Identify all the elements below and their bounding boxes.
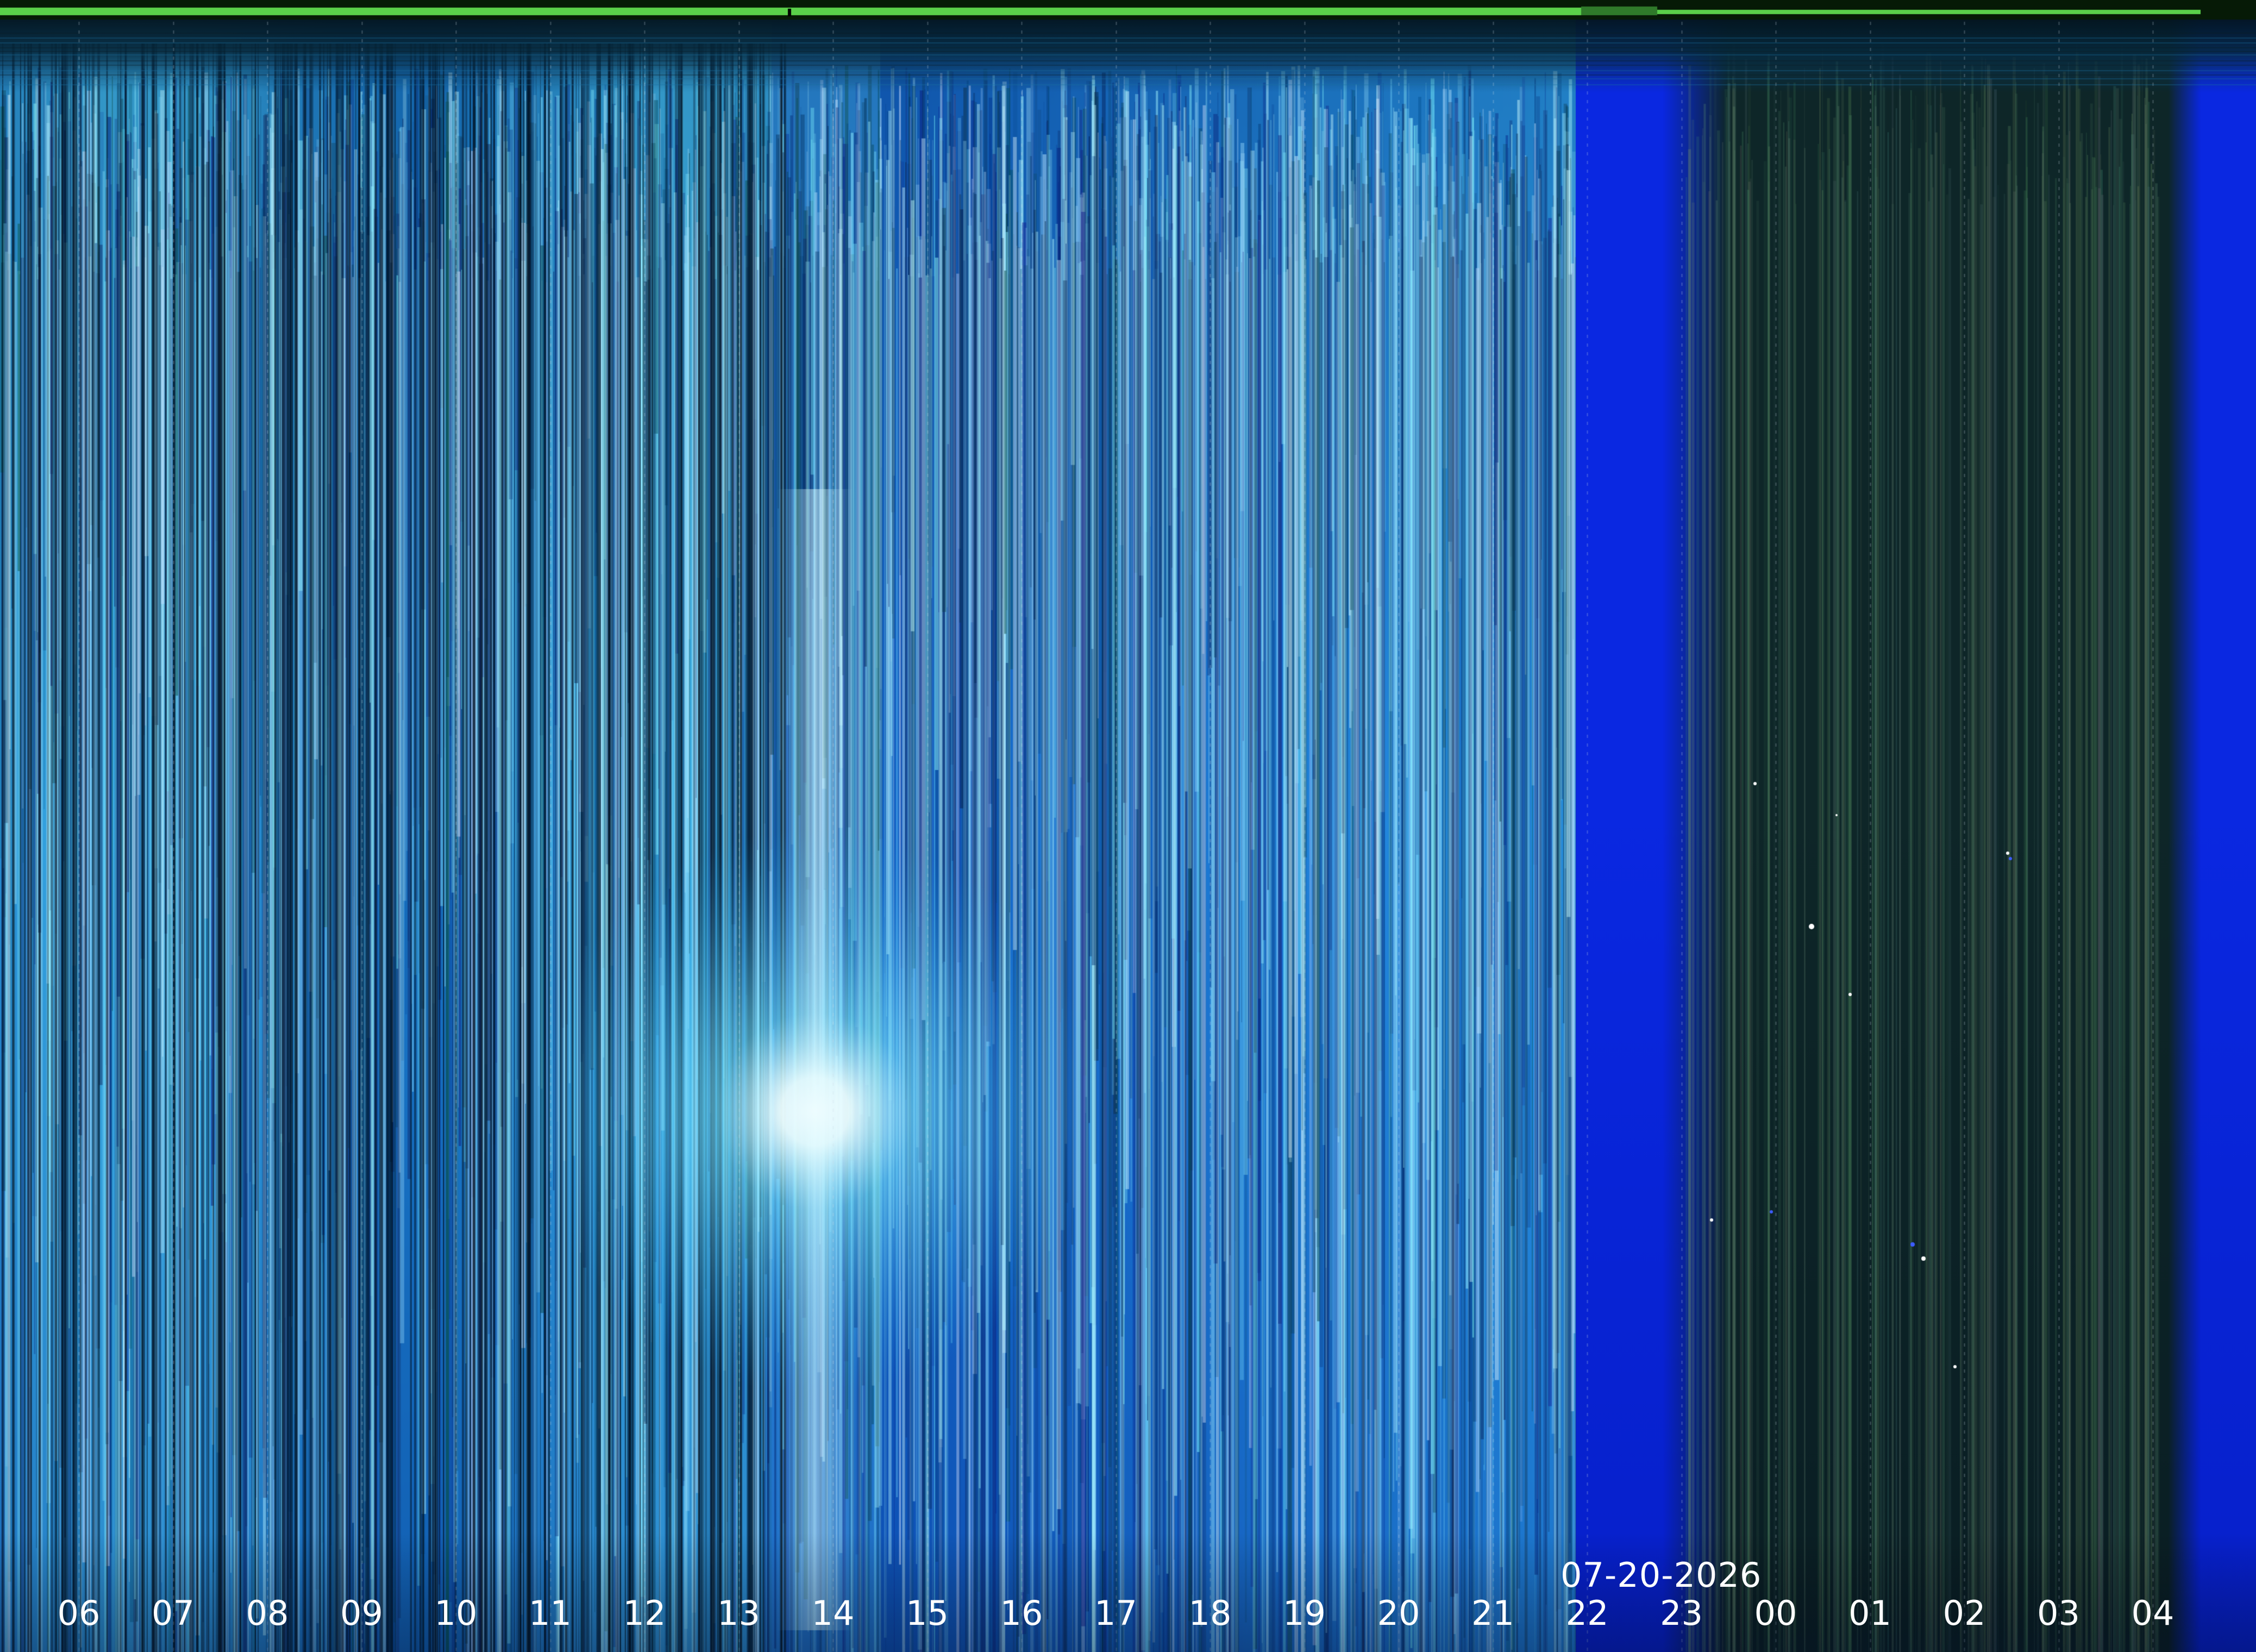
hour-label: 13 [717,1593,760,1633]
hour-label: 07 [152,1593,195,1633]
hour-label: 09 [340,1593,383,1633]
hour-label: 00 [1754,1593,1797,1633]
hour-label: 16 [1000,1593,1043,1633]
hour-label: 20 [1377,1593,1420,1633]
hour-label: 02 [1942,1593,1986,1633]
hour-label: 08 [246,1593,289,1633]
hour-label: 19 [1283,1593,1326,1633]
keogram-image [0,0,2256,1652]
hour-label: 06 [57,1593,101,1633]
date-label: 07-20-2026 [1561,1555,1762,1595]
hour-label: 18 [1188,1593,1232,1633]
hour-label: 21 [1471,1593,1514,1633]
hour-label: 23 [1660,1593,1703,1633]
hour-label: 14 [811,1593,855,1633]
hour-label: 12 [623,1593,666,1633]
hour-axis: 06 07 08 09 10 11 12 13 14 15 16 17 18 19 20 21 22 23 00 01… [0,1597,2256,1640]
hour-label: 22 [1565,1593,1609,1633]
hour-label: 10 [434,1593,478,1633]
hour-label: 04 [2131,1593,2174,1633]
hour-label: 03 [2037,1593,2080,1633]
hour-label: 01 [1848,1593,1891,1633]
hour-label: 15 [906,1593,949,1633]
hour-label: 17 [1094,1593,1137,1633]
hour-label: 11 [529,1593,572,1633]
